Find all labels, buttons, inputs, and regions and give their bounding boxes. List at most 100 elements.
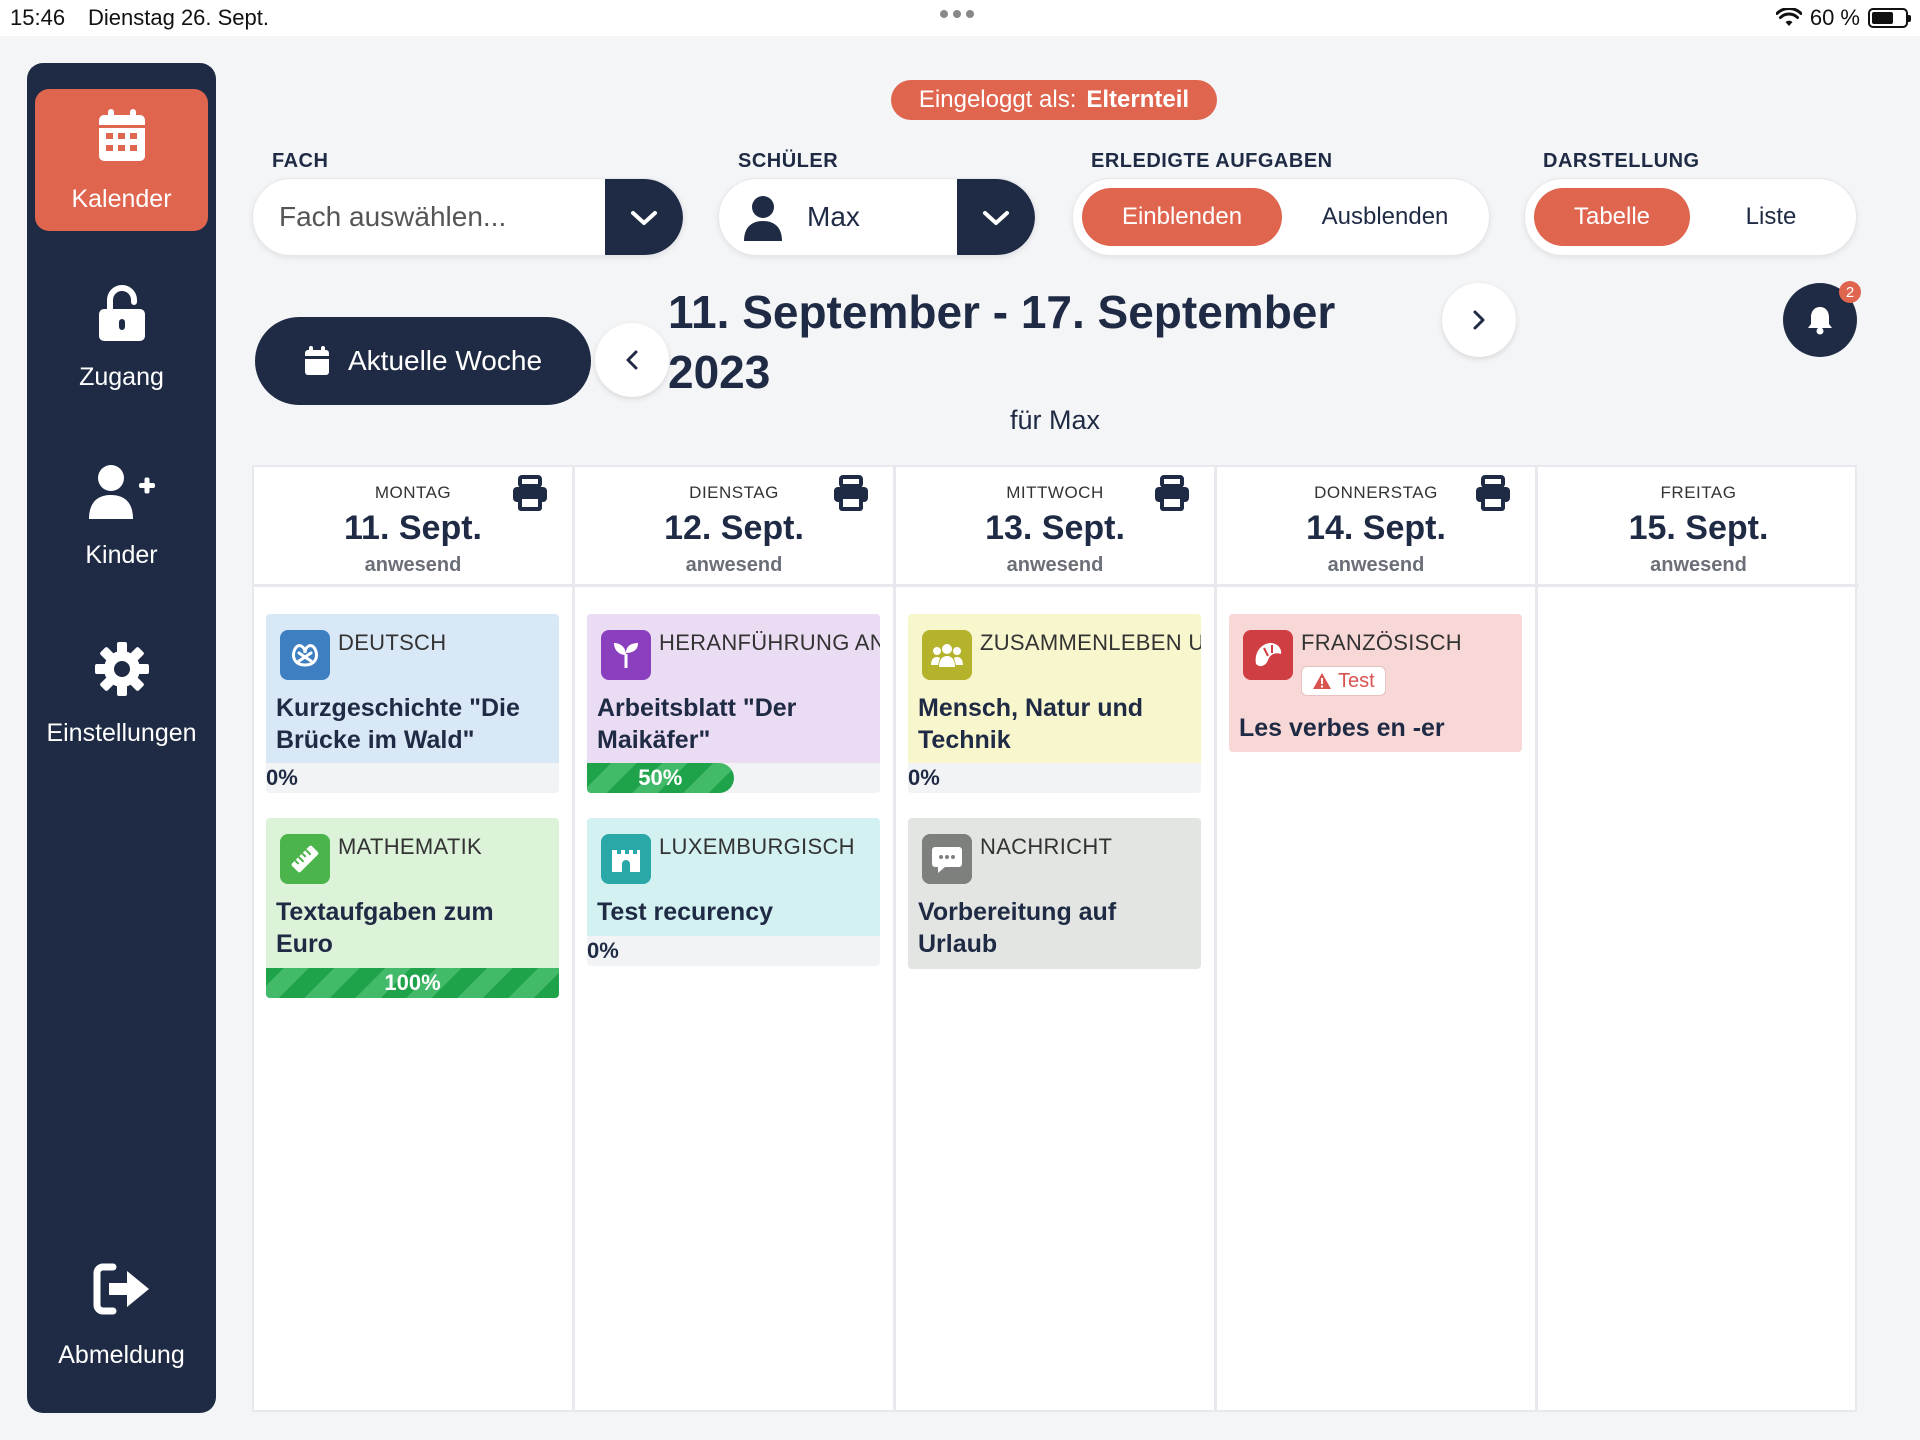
task-title: Arbeitsblatt "Der Maikäfer"	[597, 694, 797, 754]
chevron-left-icon	[626, 350, 638, 370]
day-header: DIENSTAG 12. Sept. anwesend	[575, 467, 893, 587]
battery-icon	[1868, 8, 1911, 28]
wifi-icon	[1775, 8, 1802, 26]
day-column-tuesday: DIENSTAG 12. Sept. anwesend HERANFÜHRUNG…	[575, 467, 896, 1410]
subject-filter-label: FACH	[272, 150, 329, 172]
previous-week-button[interactable]	[595, 323, 669, 397]
sprout-icon	[601, 630, 651, 680]
day-date: 14. Sept.	[1306, 509, 1446, 547]
print-icon[interactable]	[1154, 475, 1190, 511]
print-icon[interactable]	[1475, 475, 1511, 511]
task-card[interactable]: HERANFÜHRUNG AN Arbeitsblatt "Der Maikäf…	[587, 614, 880, 793]
day-column-friday: FREITAG 15. Sept. anwesend	[1538, 467, 1859, 1410]
print-icon[interactable]	[512, 475, 548, 511]
attendance-status: anwesend	[1006, 554, 1104, 576]
bell-icon	[1808, 307, 1832, 335]
view-list-option[interactable]: Liste	[1693, 188, 1849, 246]
student-select[interactable]: Max	[718, 178, 1036, 256]
task-card[interactable]: DEUTSCH Kurzgeschichte "Die Brücke im Wa…	[266, 614, 559, 793]
croissant-icon	[1243, 630, 1293, 680]
task-subject: FRANZÖSISCH	[1301, 630, 1462, 655]
pretzel-icon	[280, 630, 330, 680]
warning-icon	[1313, 673, 1331, 689]
attendance-status: anwesend	[364, 554, 462, 576]
progress-percent: 0%	[266, 765, 298, 790]
day-header: MONTAG 11. Sept. anwesend	[254, 467, 572, 587]
logged-in-badge: Eingeloggt als: Elternteil	[891, 80, 1217, 120]
task-subject: ZUSAMMENLEBEN U	[980, 630, 1201, 655]
day-date: 11. Sept.	[344, 509, 482, 547]
week-title-year: 2023	[668, 346, 771, 398]
message-card[interactable]: NACHRICHT Vorbereitung auf Urlaub	[908, 818, 1201, 969]
notification-count-badge: 2	[1839, 281, 1861, 303]
week-title-range: 11. September - 17. September	[668, 286, 1336, 338]
sidebar-item-label: Kinder	[85, 541, 158, 569]
notifications-button[interactable]: 2	[1783, 281, 1861, 357]
battery-percent: 60 %	[1809, 5, 1860, 30]
task-title: Les verbes en -er	[1239, 714, 1445, 742]
sidebar-item-label: Zugang	[79, 363, 164, 391]
sidebar-item-kinder[interactable]: Kinder	[35, 445, 208, 587]
day-header: DONNERSTAG 14. Sept. anwesend	[1217, 467, 1535, 587]
task-card[interactable]: MATHEMATIK Textaufgaben zum Euro 100%	[266, 818, 559, 998]
status-date: Dienstag 26. Sept.	[88, 5, 270, 30]
task-card[interactable]: LUXEMBURGISCH Test recurency 0%	[587, 818, 880, 966]
day-date: 12. Sept.	[664, 509, 804, 547]
view-table-option[interactable]: Tabelle	[1534, 188, 1690, 246]
status-time: 15:46	[10, 5, 66, 30]
task-card[interactable]: FRANZÖSISCH Test Les verbes en -er	[1229, 614, 1522, 752]
task-subject: NACHRICHT	[980, 834, 1113, 859]
day-column-monday: MONTAG 11. Sept. anwesend DEUTSCH Kurzge…	[254, 467, 575, 1410]
attendance-status: anwesend	[1650, 554, 1747, 576]
multitasking-dots-icon[interactable]	[940, 10, 974, 18]
chevron-down-icon[interactable]	[957, 179, 1035, 255]
progress-bar: 100%	[266, 968, 559, 998]
user-icon	[744, 196, 782, 241]
attendance-status: anwesend	[1327, 554, 1425, 576]
week-title: 11. September - 17. September 2023	[668, 282, 1368, 402]
task-progress: 0%	[587, 936, 880, 966]
status-bar: 15:46 Dienstag 26. Sept. 60 %	[0, 0, 1920, 36]
castle-icon	[601, 834, 651, 884]
next-week-button[interactable]	[1442, 283, 1516, 357]
task-subject: LUXEMBURGISCH	[659, 834, 855, 859]
sidebar-item-einstellungen[interactable]: Einstellungen	[35, 623, 208, 765]
task-progress: 0%	[266, 763, 559, 793]
sidebar: Kalender Zugang Kinder Einstellungen Abm…	[27, 63, 216, 1413]
sidebar-item-label: Einstellungen	[46, 719, 197, 747]
day-date: 13. Sept.	[985, 509, 1125, 547]
sidebar-item-label: Kalender	[71, 185, 172, 213]
subject-select[interactable]: Fach auswählen...	[252, 178, 684, 256]
message-icon	[922, 834, 972, 884]
day-column-thursday: DONNERSTAG 14. Sept. anwesend FRANZÖSISC…	[1217, 467, 1538, 1410]
people-icon	[922, 630, 972, 680]
calendar-grid: MONTAG 11. Sept. anwesend DEUTSCH Kurzge…	[252, 465, 1859, 1412]
logout-icon	[93, 1263, 149, 1315]
print-icon[interactable]	[833, 475, 869, 511]
attendance-status: anwesend	[685, 554, 783, 576]
login-prefix: Eingeloggt als:	[918, 86, 1077, 113]
unlock-icon	[98, 285, 145, 341]
task-card[interactable]: ZUSAMMENLEBEN U Mensch, Natur und Techni…	[908, 614, 1201, 793]
day-header: MITTWOCH 13. Sept. anwesend	[896, 467, 1214, 587]
chevron-right-icon	[1473, 310, 1485, 330]
task-title: Mensch, Natur und Technik	[918, 694, 1144, 754]
task-title: Kurzgeschichte "Die Brücke im Wald"	[276, 694, 520, 754]
chevron-down-icon[interactable]	[605, 179, 683, 255]
current-week-button[interactable]: Aktuelle Woche	[255, 317, 591, 405]
hide-done-option[interactable]: Ausblenden	[1285, 188, 1485, 246]
logout-button[interactable]: Abmeldung	[35, 1245, 208, 1387]
test-badge-label: Test	[1338, 669, 1375, 692]
done-tasks-toggle: Einblenden Ausblenden	[1072, 178, 1490, 256]
calendar-icon	[304, 346, 329, 375]
show-done-option[interactable]: Einblenden	[1082, 188, 1282, 246]
task-progress: 100%	[266, 968, 559, 998]
progress-percent: 0%	[908, 765, 940, 790]
subject-placeholder: Fach auswählen...	[279, 201, 507, 232]
view-label: DARSTELLUNG	[1543, 150, 1700, 172]
sidebar-item-zugang[interactable]: Zugang	[35, 267, 208, 409]
status-indicators: 60 %	[1775, 5, 1911, 31]
progress-bar: 50%	[587, 763, 734, 793]
logout-label: Abmeldung	[58, 1341, 185, 1369]
sidebar-item-kalender[interactable]: Kalender	[35, 89, 208, 231]
